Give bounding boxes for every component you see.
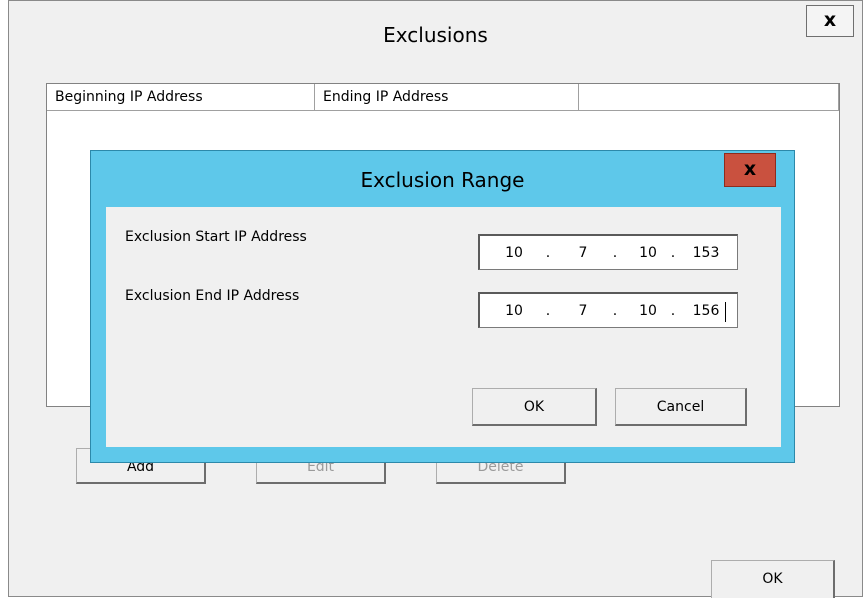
dialog-body: Exclusion Start IP Address Exclusion End… xyxy=(106,207,781,447)
text-cursor xyxy=(725,302,726,322)
dialog-close-button[interactable]: x xyxy=(724,153,776,187)
exclusions-window-title: Exclusions xyxy=(383,23,488,47)
end-ip-octet-1[interactable]: 10 xyxy=(497,294,531,328)
end-ip-octet-4[interactable]: 156 xyxy=(689,294,723,328)
start-ip-octet-4[interactable]: 153 xyxy=(689,236,723,270)
exclusions-close-button[interactable]: x xyxy=(806,5,854,37)
end-ip-field[interactable]: 10 . 7 . 10 . 156 xyxy=(478,292,738,328)
ip-separator: . xyxy=(612,303,618,319)
ip-separator: . xyxy=(670,303,676,319)
dialog-ok-button[interactable]: OK xyxy=(472,388,597,426)
column-header-ending-ip[interactable]: Ending IP Address xyxy=(315,84,579,111)
dialog-title: Exclusion Range xyxy=(360,168,525,192)
start-ip-field[interactable]: 10 . 7 . 10 . 153 xyxy=(478,234,738,270)
start-ip-octet-1[interactable]: 10 xyxy=(497,236,531,270)
exclusion-range-dialog: Exclusion Range x Exclusion Start IP Add… xyxy=(90,150,795,463)
exclusions-ok-button[interactable]: OK xyxy=(711,560,835,598)
ip-separator: . xyxy=(670,245,676,261)
column-header-beginning-ip[interactable]: Beginning IP Address xyxy=(47,84,315,111)
close-icon: x xyxy=(743,158,757,180)
dialog-cancel-button[interactable]: Cancel xyxy=(615,388,747,426)
end-ip-octet-3[interactable]: 10 xyxy=(631,294,665,328)
column-header-empty[interactable] xyxy=(579,84,839,111)
start-ip-label: Exclusion Start IP Address xyxy=(125,229,307,245)
ip-separator: . xyxy=(612,245,618,261)
start-ip-octet-3[interactable]: 10 xyxy=(631,236,665,270)
close-icon: x xyxy=(823,9,837,31)
ip-separator: . xyxy=(545,303,551,319)
end-ip-label: Exclusion End IP Address xyxy=(125,288,300,304)
start-ip-octet-2[interactable]: 7 xyxy=(566,236,600,270)
list-header: Beginning IP Address Ending IP Address xyxy=(47,84,839,112)
ip-separator: . xyxy=(545,245,551,261)
end-ip-octet-2[interactable]: 7 xyxy=(566,294,600,328)
